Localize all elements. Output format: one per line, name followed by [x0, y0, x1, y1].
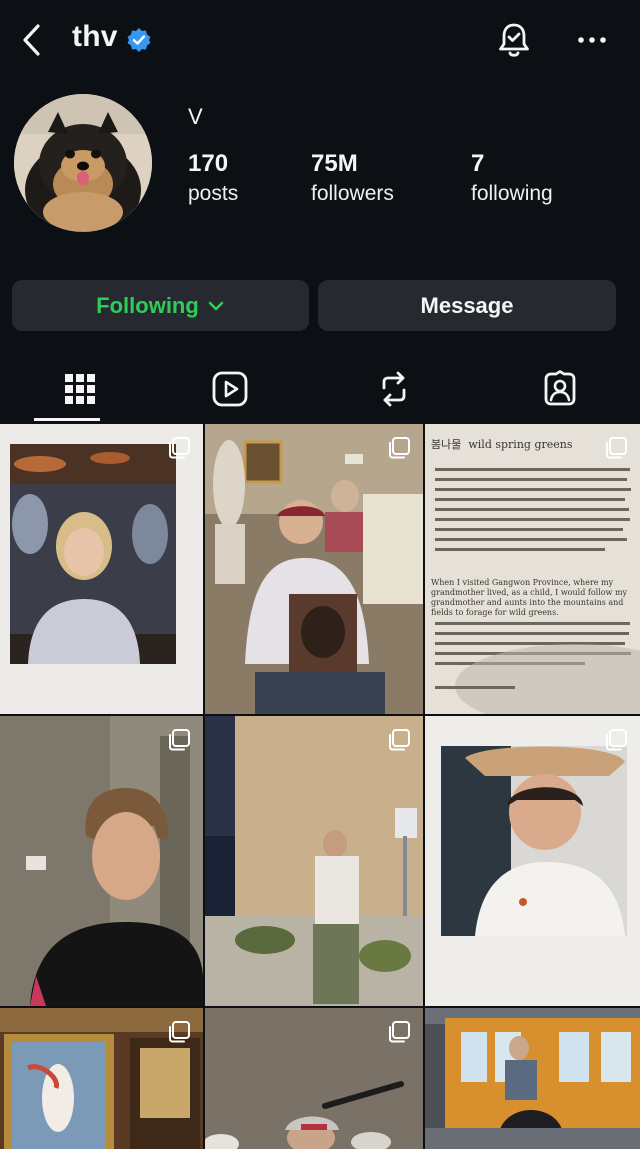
profile-display-name: V — [188, 104, 203, 129]
following-button-label: Following — [96, 292, 199, 318]
post-tile[interactable] — [205, 424, 423, 714]
notifications-button[interactable] — [496, 20, 532, 60]
posts-grid: 봄나물 wild spring greens When I visited Ga… — [0, 424, 640, 1149]
tab-reposts[interactable] — [314, 356, 474, 422]
following-label: following — [471, 182, 553, 205]
tab-reels[interactable] — [150, 356, 310, 422]
multiple-photos-icon — [389, 437, 410, 459]
posts-count: 170 — [188, 150, 229, 177]
following-stat[interactable]: 7 following — [471, 150, 553, 206]
followers-stat[interactable]: 75M followers — [311, 150, 394, 206]
back-button[interactable] — [18, 22, 48, 58]
more-options-button[interactable] — [574, 26, 610, 54]
multiple-photos-icon — [389, 1021, 410, 1043]
post-tile[interactable] — [0, 424, 203, 714]
profile-tabs — [0, 356, 640, 424]
book-page-body: When I visited Gangwon Province, where m… — [431, 578, 635, 618]
post-tile[interactable] — [425, 716, 640, 1006]
repost-icon — [382, 371, 406, 407]
multiple-photos-icon — [389, 729, 410, 751]
post-tile[interactable] — [0, 716, 203, 1006]
grid-icon — [65, 374, 95, 404]
chevron-left-icon — [23, 24, 40, 56]
book-page-heading: 봄나물 wild spring greens — [431, 438, 573, 451]
posts-label: posts — [188, 182, 239, 205]
multiple-photos-icon — [606, 437, 627, 459]
message-button[interactable]: Message — [318, 280, 616, 331]
post-tile[interactable] — [205, 716, 423, 1006]
profile-avatar[interactable] — [14, 94, 152, 232]
profile-username: thv — [72, 20, 118, 53]
reels-icon — [212, 371, 248, 407]
post-tile[interactable] — [205, 1008, 423, 1149]
following-count: 7 — [471, 150, 485, 177]
multiple-photos-icon — [169, 1021, 190, 1043]
followers-count: 75M — [311, 150, 358, 177]
chevron-down-icon — [208, 301, 224, 310]
multiple-photos-icon — [169, 729, 190, 751]
post-tile[interactable] — [0, 1008, 203, 1149]
post-tile[interactable] — [425, 1008, 640, 1149]
bell-check-icon — [499, 23, 529, 57]
tab-grid[interactable] — [0, 356, 160, 422]
multiple-photos-icon — [169, 437, 190, 459]
post-tile[interactable]: 봄나물 wild spring greens When I visited Ga… — [425, 424, 640, 714]
active-tab-indicator — [34, 418, 100, 421]
tab-tagged[interactable] — [480, 356, 640, 422]
more-horizontal-icon — [578, 37, 606, 43]
multiple-photos-icon — [606, 729, 627, 751]
top-bar: thv — [0, 0, 640, 84]
verified-badge-icon — [127, 28, 151, 52]
following-button[interactable]: Following — [12, 280, 309, 331]
posts-stat[interactable]: 170 posts — [188, 150, 238, 206]
message-button-label: Message — [420, 292, 514, 318]
followers-label: followers — [311, 182, 394, 205]
tagged-icon — [544, 370, 576, 406]
